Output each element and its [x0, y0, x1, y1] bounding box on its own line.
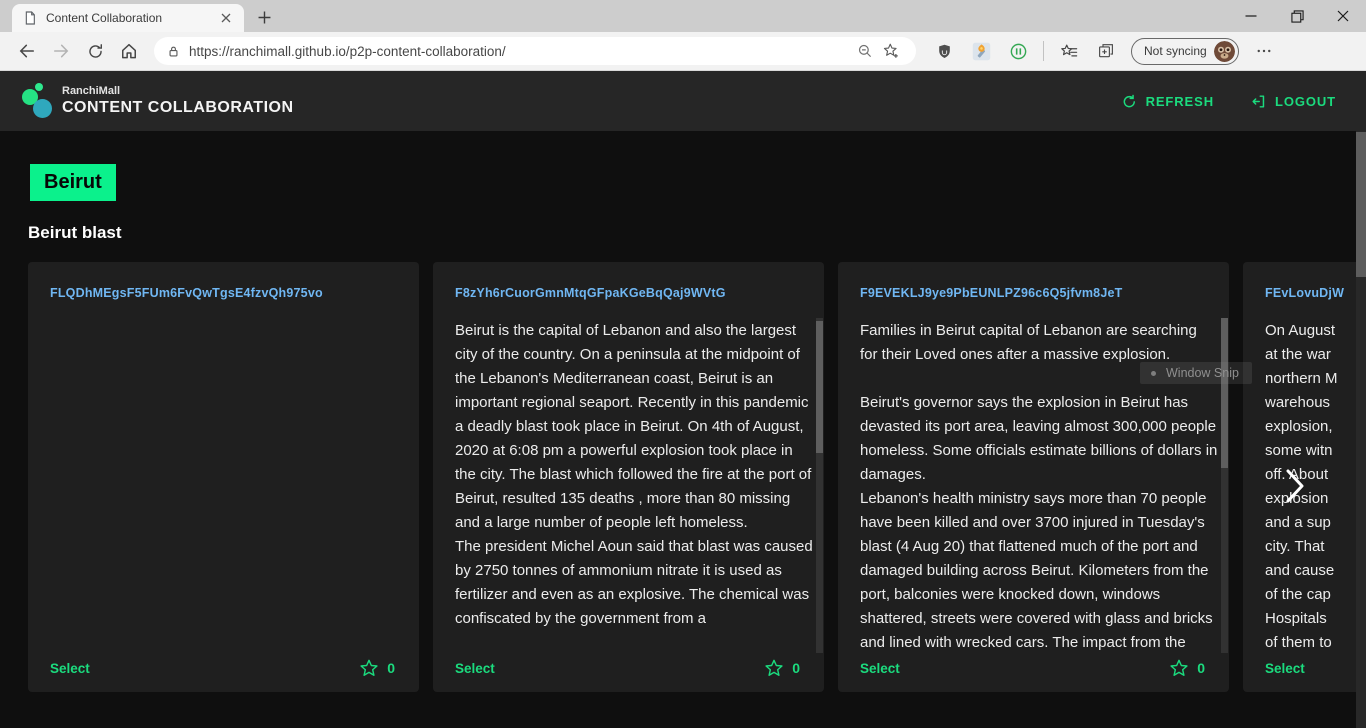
tab-title: Content Collaboration: [46, 11, 216, 25]
snip-dot-icon: [1151, 371, 1156, 376]
page-subtitle: Beirut blast: [28, 223, 122, 243]
star-count: 0: [792, 660, 800, 676]
minimize-icon[interactable]: [1228, 0, 1274, 32]
refresh-icon[interactable]: [78, 36, 112, 66]
star-vote-button[interactable]: 0: [359, 658, 395, 678]
more-menu-icon[interactable]: [1252, 39, 1276, 63]
favorites-bar-icon[interactable]: [1057, 39, 1081, 63]
star-icon: [1169, 658, 1189, 678]
refresh-label: REFRESH: [1146, 94, 1214, 109]
select-button[interactable]: Select: [455, 661, 495, 676]
torch-extension-icon[interactable]: [969, 39, 993, 63]
logout-button[interactable]: LOGOUT: [1250, 93, 1336, 110]
toolbar-extensions: Not syncing: [932, 38, 1276, 65]
content-text: [50, 319, 408, 655]
sync-status-label: Not syncing: [1144, 44, 1207, 58]
page-favicon-icon: [22, 10, 38, 26]
page-scrollbar[interactable]: [1356, 131, 1366, 728]
new-tab-icon[interactable]: [254, 7, 274, 27]
content-id-link[interactable]: F9EVEKLJ9ye9PbEUNLPZ96c6Q5jfvm8JeT: [860, 286, 1122, 300]
back-icon[interactable]: [10, 36, 44, 66]
star-icon: [359, 658, 379, 678]
content-text: Beirut is the capital of Lebanon and als…: [455, 319, 813, 655]
browser-titlebar: Content Collaboration: [0, 0, 1366, 32]
select-button[interactable]: Select: [860, 661, 900, 676]
tab-close-icon[interactable]: [216, 8, 236, 28]
content-id-link[interactable]: F8zYh6rCuorGmnMtqGFpaKGeBqQaj9WVtG: [455, 286, 726, 300]
star-icon: [764, 658, 784, 678]
main-content: Beirut Beirut blast FLQDhMEgsF5FUm6FvQwT…: [0, 131, 1366, 728]
content-card: FLQDhMEgsF5FUm6FvQwTgsE4fzvQh975vo Selec…: [28, 262, 419, 692]
forward-icon[interactable]: [44, 36, 78, 66]
card-scrollbar[interactable]: [816, 318, 823, 653]
add-favorite-icon[interactable]: [878, 38, 904, 64]
browser-toolbar: https://ranchimall.github.io/p2p-content…: [0, 32, 1366, 71]
address-bar[interactable]: https://ranchimall.github.io/p2p-content…: [154, 37, 916, 65]
content-cards-row: FLQDhMEgsF5FUm6FvQwTgsE4fzvQh975vo Selec…: [28, 262, 1366, 692]
page-scrollbar-thumb[interactable]: [1356, 132, 1366, 277]
window-snip-tooltip: Window Snip: [1140, 362, 1252, 384]
content-card: F8zYh6rCuorGmnMtqGFpaKGeBqQaj9WVtG Beiru…: [433, 262, 824, 692]
topic-badge: Beirut: [30, 164, 116, 201]
close-icon[interactable]: [1320, 0, 1366, 32]
profile-avatar: [1214, 41, 1235, 62]
card-scrollbar-thumb[interactable]: [816, 321, 823, 453]
card-scrollbar-thumb[interactable]: [1221, 318, 1228, 468]
select-button[interactable]: Select: [50, 661, 90, 676]
lock-icon[interactable]: [166, 44, 181, 59]
brand-block: RanchiMall CONTENT COLLABORATION: [62, 85, 294, 117]
content-card: F9EVEKLJ9ye9PbEUNLPZ96c6Q5jfvm8JeT Famil…: [838, 262, 1229, 692]
collections-icon[interactable]: [1094, 39, 1118, 63]
pause-extension-icon[interactable]: [1006, 39, 1030, 63]
star-vote-button[interactable]: 0: [1169, 658, 1205, 678]
snip-label: Window Snip: [1166, 366, 1239, 380]
toolbar-divider: [1043, 41, 1044, 61]
star-vote-button[interactable]: 0: [764, 658, 800, 678]
zoom-out-icon[interactable]: [852, 38, 878, 64]
select-button[interactable]: Select: [1265, 661, 1305, 676]
app-title: CONTENT COLLABORATION: [62, 98, 294, 117]
ranchimall-logo: [22, 82, 54, 120]
next-arrow-icon[interactable]: [1281, 467, 1309, 510]
brand-name: RanchiMall: [62, 85, 294, 98]
star-count: 0: [387, 660, 395, 676]
browser-tab[interactable]: Content Collaboration: [12, 4, 244, 32]
restore-icon[interactable]: [1274, 0, 1320, 32]
content-id-link[interactable]: FLQDhMEgsF5FUm6FvQwTgsE4fzvQh975vo: [50, 286, 323, 300]
star-count: 0: [1197, 660, 1205, 676]
window-controls: [1228, 0, 1366, 32]
adblock-extension-icon[interactable]: [932, 39, 956, 63]
refresh-button[interactable]: REFRESH: [1121, 93, 1214, 110]
browser-window: Content Collaboration: [0, 0, 1366, 728]
logout-label: LOGOUT: [1275, 94, 1336, 109]
home-icon[interactable]: [112, 36, 146, 66]
content-id-link[interactable]: FEvLovuDjW: [1265, 286, 1344, 300]
app-header: RanchiMall CONTENT COLLABORATION REFRESH…: [0, 71, 1366, 131]
url-text[interactable]: https://ranchimall.github.io/p2p-content…: [189, 44, 852, 59]
profile-button[interactable]: Not syncing: [1131, 38, 1239, 65]
